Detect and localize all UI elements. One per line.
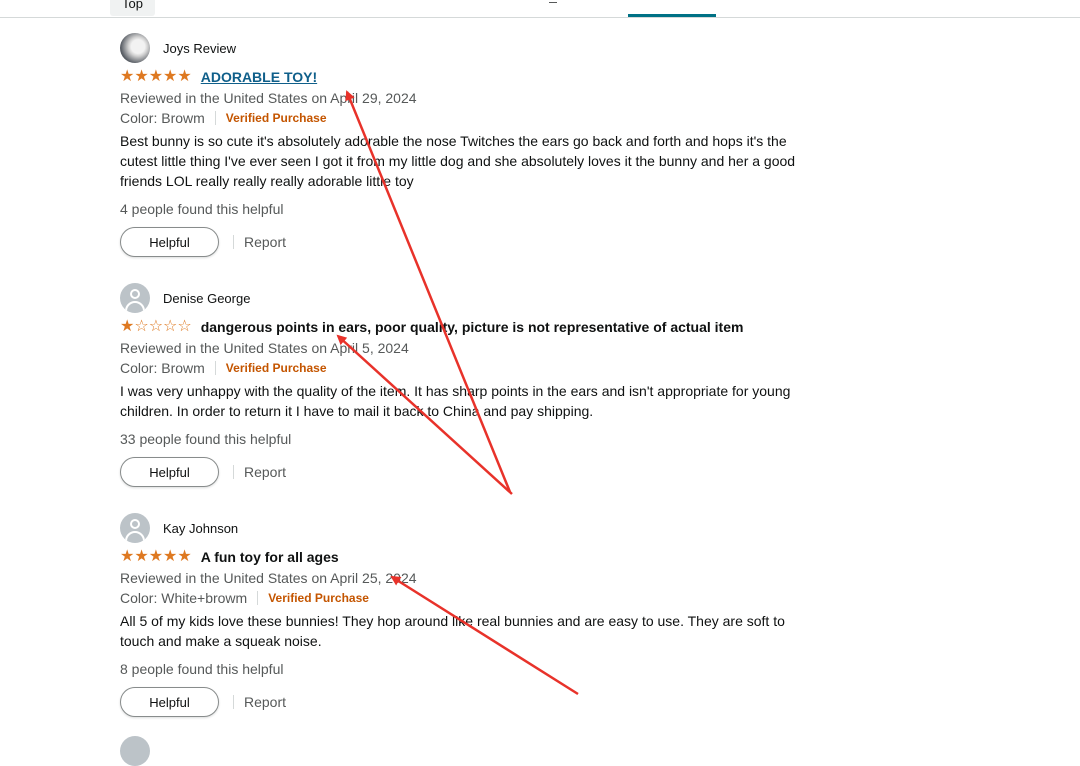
user-avatar-photo xyxy=(120,33,150,63)
helpful-button[interactable]: Helpful xyxy=(120,457,219,487)
review-heading: ★☆☆☆☆ dangerous points in ears, poor qua… xyxy=(120,318,743,336)
review-heading: ★★★★★ A fun toy for all ages xyxy=(120,548,339,566)
helpful-button[interactable]: Helpful xyxy=(120,687,219,717)
reviewer-profile[interactable]: Denise George xyxy=(120,282,250,314)
product-variant[interactable]: Color: Browm xyxy=(120,360,205,376)
review-date: Reviewed in the United States on April 5… xyxy=(120,340,409,356)
verified-purchase-badge: Verified Purchase xyxy=(225,111,327,125)
actions-divider xyxy=(233,235,234,249)
reviewer-name: Joys Review xyxy=(163,40,236,56)
review-heading: ★★★★★ ADORABLE TOY! xyxy=(120,68,317,86)
helpful-count: 33 people found this helpful xyxy=(120,431,292,447)
tab-top[interactable]: Top xyxy=(110,0,155,16)
star-rating: ★★★★★ xyxy=(120,68,192,85)
review-actions: Helpful Report xyxy=(120,227,286,257)
user-avatar-icon xyxy=(120,283,150,313)
user-avatar-icon xyxy=(120,513,150,543)
product-variant[interactable]: Color: White+browm xyxy=(120,590,247,606)
review-actions: Helpful Report xyxy=(120,687,286,717)
next-review-avatar-icon xyxy=(120,736,150,766)
review-meta: Color: White+browm Verified Purchase xyxy=(120,590,369,606)
product-variant[interactable]: Color: Browm xyxy=(120,110,205,126)
review-body: All 5 of my kids love these bunnies! The… xyxy=(120,613,785,649)
meta-divider xyxy=(214,111,216,125)
verified-purchase-badge: Verified Purchase xyxy=(225,361,327,375)
meta-divider xyxy=(257,591,259,605)
review-meta: Color: Browm Verified Purchase xyxy=(120,360,327,376)
review-date: Reviewed in the United States on April 2… xyxy=(120,90,417,106)
review-title-link[interactable]: ADORABLE TOY! xyxy=(201,69,317,85)
review-body: I was very unhappy with the quality of t… xyxy=(120,383,791,419)
helpful-count: 4 people found this helpful xyxy=(120,201,284,217)
review-body: Best bunny is so cute it's absolutely ad… xyxy=(120,133,796,189)
star-rating: ★★★★★ xyxy=(120,548,192,565)
actions-divider xyxy=(233,465,234,479)
reviewer-profile[interactable]: Kay Johnson xyxy=(120,512,238,544)
active-tab-indicator xyxy=(628,14,716,17)
reviewer-name: Kay Johnson xyxy=(163,520,239,536)
report-link[interactable]: Report xyxy=(244,234,286,250)
reviewer-profile[interactable]: Joys Review xyxy=(120,32,236,64)
review-title[interactable]: dangerous points in ears, poor quality, … xyxy=(201,319,744,335)
review-filter-tabs: Top xyxy=(0,0,1080,18)
review-meta: Color: Browm Verified Purchase xyxy=(120,110,327,126)
helpful-button[interactable]: Helpful xyxy=(120,227,219,257)
report-link[interactable]: Report xyxy=(244,694,286,710)
meta-divider xyxy=(214,361,216,375)
review-actions: Helpful Report xyxy=(120,457,286,487)
report-link[interactable]: Report xyxy=(244,464,286,480)
star-rating: ★☆☆☆☆ xyxy=(120,318,192,335)
verified-purchase-badge: Verified Purchase xyxy=(268,591,369,605)
actions-divider xyxy=(233,695,234,709)
review-title[interactable]: A fun toy for all ages xyxy=(201,549,339,565)
reviewer-name: Denise George xyxy=(163,290,251,306)
review-date: Reviewed in the United States on April 2… xyxy=(120,570,417,586)
tab-divider-mark xyxy=(549,0,557,3)
helpful-count: 8 people found this helpful xyxy=(120,661,284,677)
